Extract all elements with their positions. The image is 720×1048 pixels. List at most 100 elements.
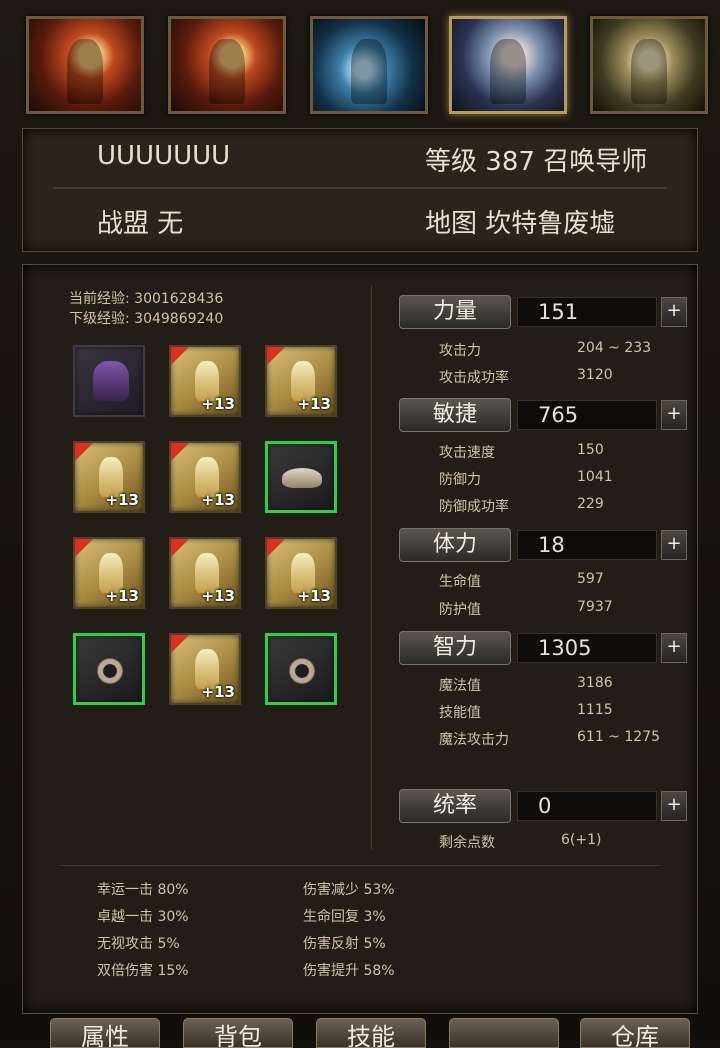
attack-value: 204 ~ 233 xyxy=(577,340,652,356)
enhance-level: +13 xyxy=(201,683,235,701)
tab-skills[interactable]: 技能 xyxy=(316,1018,426,1048)
life-regen: 生命回复 3% xyxy=(303,909,386,925)
class-name: 召唤导师 xyxy=(543,147,648,177)
damage-reflect: 伤害反射 5% xyxy=(303,936,386,952)
stat-agility: 敏捷 765 + xyxy=(399,398,687,434)
character-portrait-2[interactable] xyxy=(168,16,286,114)
equip-slot-pants[interactable]: +13 xyxy=(169,537,241,609)
character-portrait-1[interactable] xyxy=(26,16,144,114)
equip-slot-body[interactable]: +13 xyxy=(169,441,241,513)
mana-value: 3186 xyxy=(577,675,613,691)
protect-value: 7937 xyxy=(577,599,613,615)
map-info: 地图 坎特鲁废墟 xyxy=(425,203,615,240)
defense-label: 防御力 xyxy=(439,472,481,488)
guild-value: 无 xyxy=(157,209,184,239)
level-value: 387 xyxy=(485,147,535,177)
vitality-label: 体力 xyxy=(399,528,511,562)
attack-rate-label: 攻击成功率 xyxy=(439,370,509,386)
command-value: 0 xyxy=(517,791,657,821)
damage-reduce: 伤害减少 53% xyxy=(303,882,395,898)
warrior-red-portrait-icon xyxy=(171,19,283,111)
map-value: 坎特鲁废墟 xyxy=(485,209,616,239)
enhance-level: +13 xyxy=(201,491,235,509)
character-portrait-3[interactable] xyxy=(310,16,428,114)
equip-slot-helm[interactable]: +13 xyxy=(169,345,241,417)
equip-slot-chest[interactable]: +13 xyxy=(265,345,337,417)
defense-rate-value: 229 xyxy=(577,496,604,512)
enhance-level: +13 xyxy=(201,395,235,413)
lightning-knight-portrait-icon xyxy=(313,19,425,111)
hp-value: 597 xyxy=(577,571,604,587)
attack-rate-value: 3120 xyxy=(577,367,613,383)
dark-wings-icon xyxy=(93,361,129,401)
enhance-level: +13 xyxy=(201,587,235,605)
equip-slot-shield[interactable]: +13 xyxy=(265,537,337,609)
agility-value: 765 xyxy=(517,400,657,430)
vitality-plus-button[interactable]: + xyxy=(661,530,687,560)
strength-label: 力量 xyxy=(399,295,511,329)
equip-slot-ring-right[interactable] xyxy=(265,633,337,705)
character-info-panel: UUUUUUU 等级 387 召唤导师 战盟 无 地图 坎特鲁废墟 xyxy=(22,128,698,252)
ignore-defense: 无视攻击 5% xyxy=(97,936,180,952)
enhance-level: +13 xyxy=(105,587,139,605)
stat-energy: 智力 1305 + xyxy=(399,631,687,667)
energy-plus-button[interactable]: + xyxy=(661,633,687,663)
archer-portrait-icon xyxy=(452,19,564,111)
attack-speed-label: 攻击速度 xyxy=(439,445,495,461)
stat-strength: 力量 151 + xyxy=(399,295,687,331)
magic-attack-value: 611 ~ 1275 xyxy=(577,729,660,745)
enhance-level: +13 xyxy=(297,395,331,413)
tab-warehouse[interactable]: 仓库 xyxy=(580,1018,690,1048)
character-stats-panel: 当前经验: 3001628436 下级经验: 3049869240 +13 +1… xyxy=(22,264,698,1014)
enhance-level: +13 xyxy=(105,491,139,509)
defense-rate-label: 防御成功率 xyxy=(439,499,509,515)
defense-value: 1041 xyxy=(577,469,613,485)
tab-attributes[interactable]: 属性 xyxy=(50,1018,160,1048)
equip-slot-ring-left[interactable] xyxy=(73,633,145,705)
agility-plus-button[interactable]: + xyxy=(661,400,687,430)
remaining-points-value: 6(+1) xyxy=(561,832,602,848)
command-label: 统率 xyxy=(399,789,511,823)
guild-label: 战盟 xyxy=(97,209,150,239)
strength-plus-button[interactable]: + xyxy=(661,297,687,327)
equip-slot-pet[interactable] xyxy=(265,441,337,513)
attack-label: 攻击力 xyxy=(439,343,481,359)
ring-icon xyxy=(289,658,315,684)
magic-attack-label: 魔法攻击力 xyxy=(439,732,509,748)
character-name: UUUUUUU xyxy=(97,141,231,171)
ring-icon xyxy=(97,658,123,684)
attack-speed-value: 150 xyxy=(577,442,604,458)
protect-label: 防护值 xyxy=(439,602,481,618)
character-portrait-5[interactable] xyxy=(590,16,708,114)
guild-info: 战盟 无 xyxy=(97,203,183,240)
stat-vitality: 体力 18 + xyxy=(399,528,687,564)
energy-label: 智力 xyxy=(399,631,511,665)
tab-blank[interactable] xyxy=(449,1018,559,1048)
enhance-level: +13 xyxy=(297,587,331,605)
character-level: 等级 387 召唤导师 xyxy=(425,141,647,178)
equip-slot-boots[interactable]: +13 xyxy=(169,633,241,705)
vitality-value: 18 xyxy=(517,530,657,560)
lucky-hit: 幸运一击 80% xyxy=(97,882,189,898)
skill-value: 1115 xyxy=(577,702,613,718)
double-damage: 双倍伤害 15% xyxy=(97,963,189,979)
equip-slot-gloves[interactable]: +13 xyxy=(73,441,145,513)
current-exp: 当前经验: 3001628436 xyxy=(69,291,224,307)
gold-warrior-portrait-icon xyxy=(593,19,705,111)
equip-slot-weapon[interactable]: +13 xyxy=(73,537,145,609)
command-plus-button[interactable]: + xyxy=(661,791,687,821)
experience-info: 当前经验: 3001628436 下级经验: 3049869240 xyxy=(69,289,223,329)
character-portrait-4[interactable] xyxy=(449,16,567,114)
excellent-hit: 卓越一击 30% xyxy=(97,909,189,925)
pet-icon xyxy=(282,468,322,488)
level-label: 等级 xyxy=(425,147,478,177)
next-exp: 下级经验: 3049869240 xyxy=(69,311,224,327)
tab-bag[interactable]: 背包 xyxy=(183,1018,293,1048)
warrior-red-portrait-icon xyxy=(29,19,141,111)
character-portrait-bar xyxy=(0,0,720,124)
mana-label: 魔法值 xyxy=(439,678,481,694)
damage-increase: 伤害提升 58% xyxy=(303,963,395,979)
map-label: 地图 xyxy=(425,209,478,239)
stat-command: 统率 0 + xyxy=(399,789,687,825)
equip-slot-wings[interactable] xyxy=(73,345,145,417)
